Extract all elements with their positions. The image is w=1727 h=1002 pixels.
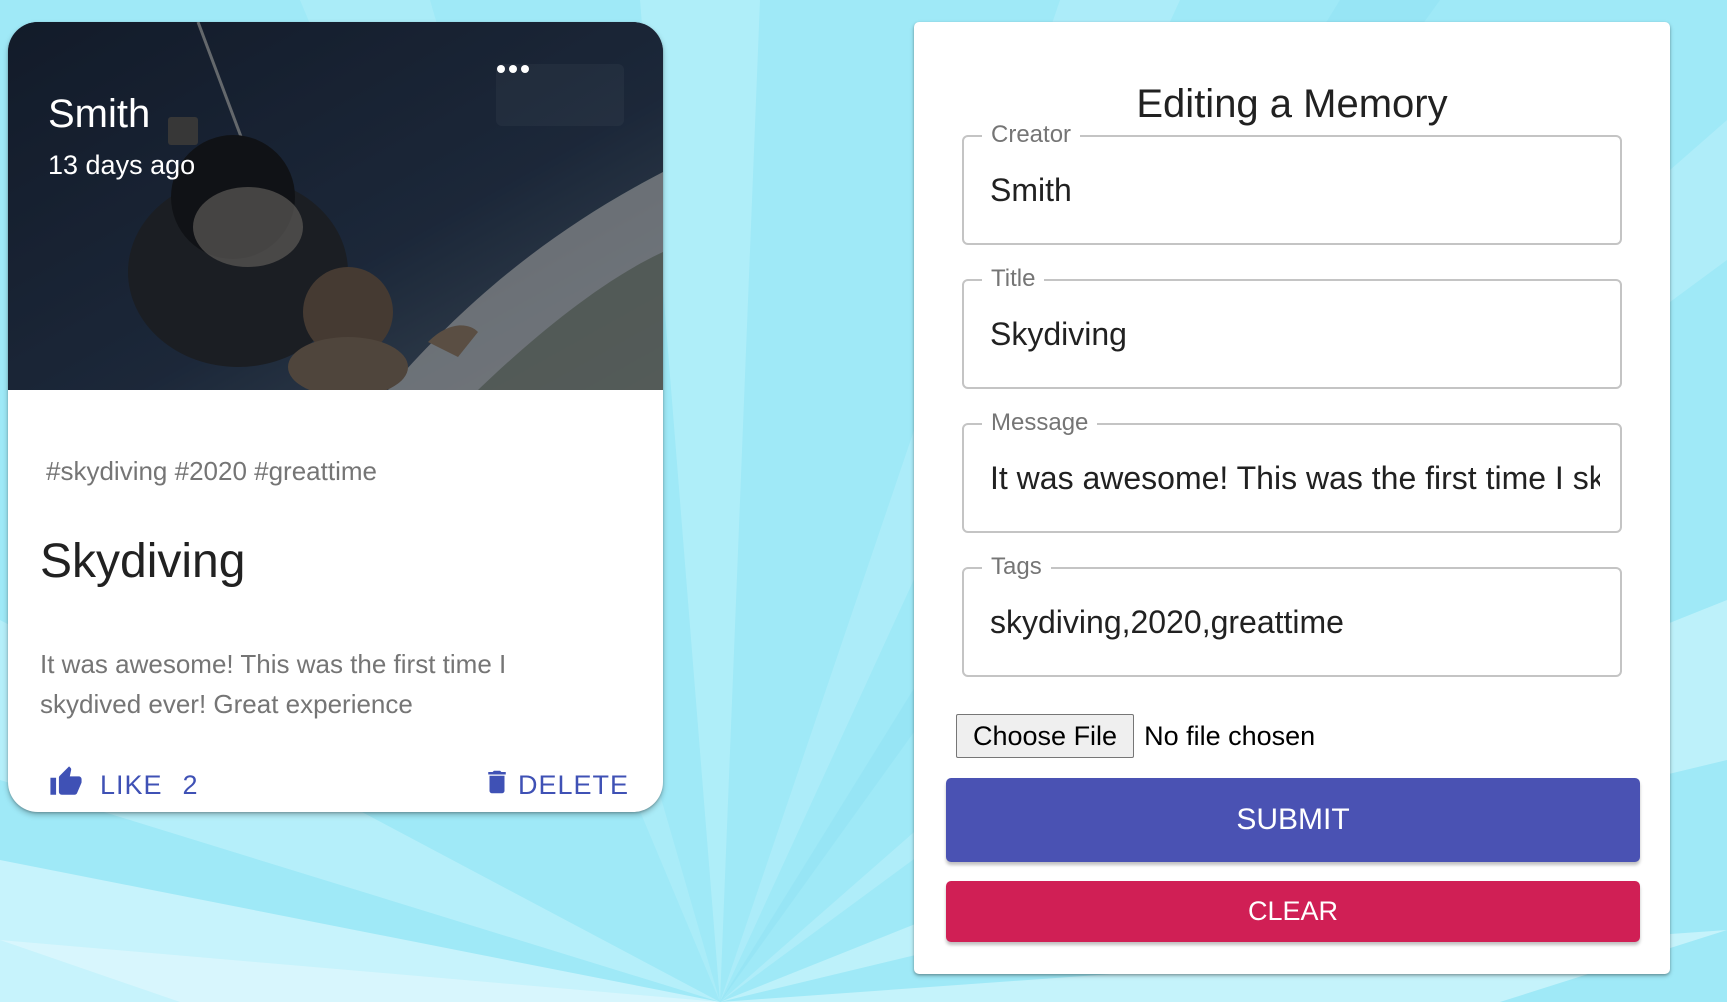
submit-button[interactable]: SUBMIT xyxy=(946,778,1640,862)
title-label: Title xyxy=(982,264,1045,294)
message-input[interactable] xyxy=(990,453,1600,503)
delete-button[interactable]: DELETE xyxy=(482,762,629,808)
memory-image: Smith 13 days ago xyxy=(8,22,663,390)
choose-file-button[interactable]: Choose File xyxy=(956,714,1135,758)
memory-tags: #skydiving #2020 #greattime xyxy=(46,456,377,486)
memory-title: Skydiving xyxy=(40,535,246,588)
creator-input[interactable] xyxy=(990,165,1600,215)
tags-label: Tags xyxy=(982,552,1051,582)
delete-label: DELETE xyxy=(518,769,630,800)
more-options-button[interactable] xyxy=(496,64,624,126)
like-count: 2 xyxy=(182,769,198,800)
file-status: No file chosen xyxy=(1144,720,1316,751)
tags-field: Tags xyxy=(962,552,1622,677)
edit-memory-form: Editing a Memory Creator Title Message T… xyxy=(914,22,1670,974)
message-field: Message xyxy=(962,408,1622,533)
memory-time-ago: 13 days ago xyxy=(48,150,196,180)
thumb-up-icon xyxy=(48,765,84,806)
clear-button[interactable]: CLEAR xyxy=(946,881,1640,942)
memory-card: Smith 13 days ago #skydiving #2020 #grea… xyxy=(8,22,663,812)
message-label: Message xyxy=(982,408,1098,438)
creator-label: Creator xyxy=(982,120,1081,150)
trash-icon xyxy=(482,765,512,806)
memory-message: It was awesome! This was the first time … xyxy=(40,649,507,719)
title-input[interactable] xyxy=(990,309,1600,359)
title-field: Title xyxy=(962,264,1622,389)
tags-input[interactable] xyxy=(990,597,1600,647)
memory-creator: Smith xyxy=(48,92,151,136)
card-actions: LIKE 2 DELETE xyxy=(8,762,663,812)
like-button[interactable]: LIKE 2 xyxy=(48,762,198,808)
creator-field: Creator xyxy=(962,120,1622,245)
file-input: Choose File No file chosen xyxy=(956,714,1315,758)
like-label: LIKE xyxy=(100,769,163,800)
